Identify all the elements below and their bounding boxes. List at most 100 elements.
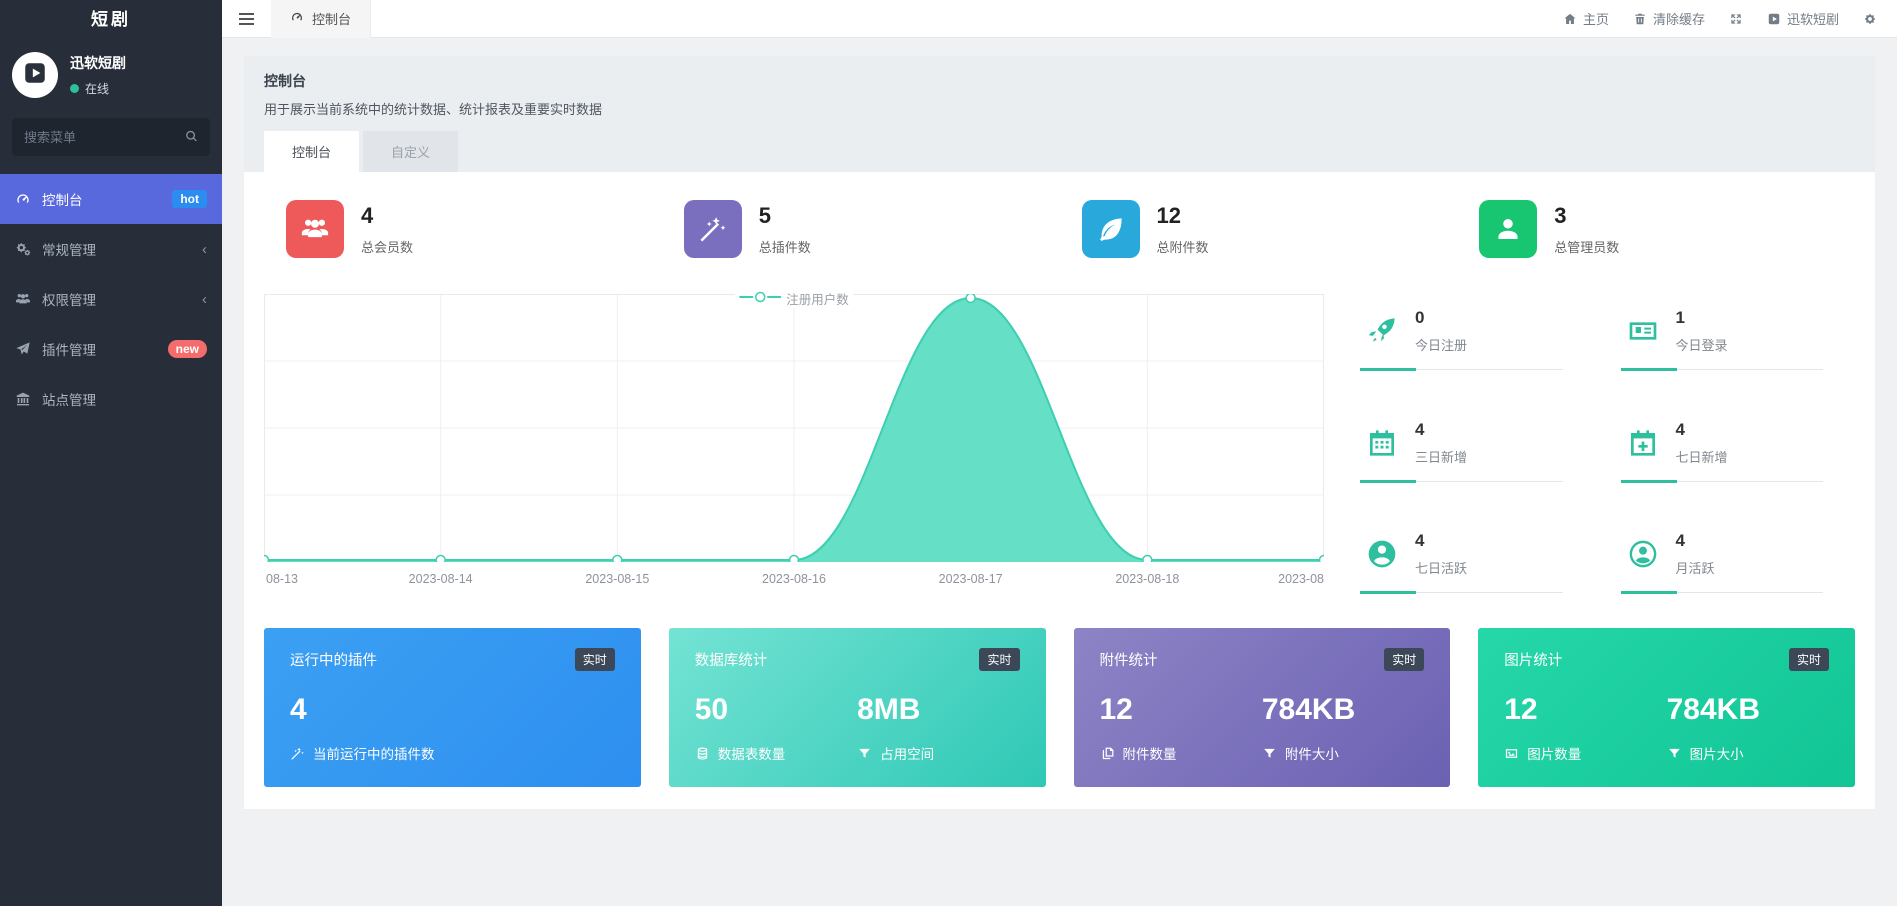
data-point-marker [264,556,269,563]
mini-stat-text: 4七日新增 [1676,420,1728,466]
mini-stat-content: 4 月活跃 [1621,521,1856,591]
metric-label: 附件数量 [1123,743,1177,763]
stat-card-attachments: 12总附件数 [1060,200,1458,258]
online-dot-icon [70,84,79,93]
realtime-badge: 实时 [575,648,615,671]
metric-footer: 图片大小 [1667,743,1829,763]
topbar-clear-cache-button[interactable]: 清除缓存 [1621,0,1717,38]
tab-custom[interactable]: 自定义 [363,131,458,172]
mini-stat-text: 0今日注册 [1415,308,1467,354]
card-metrics: 12图片数量784KB图片大小 [1504,693,1829,763]
mini-stat-value: 4 [1676,531,1715,551]
menu-badge: new [168,340,207,358]
topbar-tab-console[interactable]: 控制台 [271,0,371,38]
legend-label: 注册用户数 [786,289,849,308]
data-point-marker [790,556,799,563]
metric-footer: 附件数量 [1100,743,1262,763]
mini-stat-underline [1360,480,1563,483]
metric-value: 8MB [857,693,1019,727]
menu-badge: hot [172,190,207,208]
stat-card-addons: 5总插件数 [662,200,1060,258]
chart-x-axis-labels: 08-13 2023-08-14 2023-08-15 2023-08-16 2023-… [264,572,1324,594]
copy-icon [1100,746,1115,761]
stat-text: 4 总会员数 [361,203,413,256]
bank-icon [15,391,31,407]
sidebar-item-label: 权限管理 [42,289,96,309]
x-tick-label: 2023-08-16 [762,572,826,586]
chart-legend[interactable]: 注册用户数 [735,289,853,308]
user-icon [1493,214,1523,244]
mini-stat-today-logged-in: 1今日登录 [1621,298,1856,371]
chevron-left-icon: ‹ [202,242,207,257]
metric-value: 4 [290,693,615,727]
magic-icon [698,214,728,244]
user-circle-o-icon [1627,538,1659,570]
main-content: 控制台 用于展示当前系统中的统计数据、统计报表及重要实时数据 控制台自定义 4总… [222,38,1897,906]
mini-stat-underline [1360,368,1563,371]
underline-accent [1621,591,1677,594]
topbar-settings-button[interactable] [1851,0,1889,38]
metric-value: 12 [1504,693,1666,727]
sidebar-item-label: 控制台 [42,189,83,209]
avatar[interactable] [12,52,58,98]
x-tick-label: 08-13 [266,572,298,586]
sidebar-item-general[interactable]: 常规管理 ‹ [0,224,222,274]
sidebar-item-addon[interactable]: 插件管理new [0,324,222,374]
mini-stat-new-3-days: 4三日新增 [1360,410,1595,483]
bottom-card-images: 图片统计实时 12图片数量784KB图片大小 [1478,628,1855,787]
topbar-tab-label: 控制台 [312,9,351,28]
stat-icon-tile [286,200,344,258]
sidebar-menu: 控制台 hot 常规管理 ‹ 权限管理‹插件管理new 站点管理 [0,174,222,424]
stat-value: 4 [361,203,413,229]
mini-stat-value: 4 [1415,420,1467,440]
rocket-icon [1366,315,1398,347]
sidebar-item-label: 站点管理 [42,389,96,409]
card-title: 数据库统计 [695,649,768,670]
filter-icon [857,746,872,761]
mini-stat-label: 月活跃 [1676,558,1715,577]
x-tick-label: 2023-08-15 [585,572,649,586]
area-chart-plot[interactable] [264,294,1324,562]
tab-console[interactable]: 控制台 [264,131,359,172]
hamburger-menu-icon[interactable] [222,0,271,38]
stat-value: 3 [1554,203,1619,229]
card-header: 图片统计实时 [1504,648,1829,671]
topbar-home-button[interactable]: 主页 [1551,0,1621,38]
metric-footer: 数据表数量 [695,743,857,763]
underline-track [1677,369,1824,370]
x-tick-label: 2023-08 [1278,572,1324,586]
stat-row: 4总会员数5总插件数12总附件数3总管理员数 [264,200,1855,258]
mini-stat-label: 今日注册 [1415,335,1467,354]
search-icon [184,129,199,144]
mini-stat-underline [1621,480,1824,483]
calendar-plus-icon [1627,427,1659,459]
sidebar-item-console[interactable]: 控制台 hot [0,174,222,224]
sidebar-item-auth[interactable]: 权限管理‹ [0,274,222,324]
stat-icon-tile [1479,200,1537,258]
leaf-icon [1096,214,1126,244]
page-description: 用于展示当前系统中的统计数据、统计报表及重要实时数据 [264,99,1855,118]
mini-stat-value: 1 [1676,308,1728,328]
topbar-user-button[interactable]: 迅软短剧 [1755,0,1851,38]
metric-footer: 当前运行中的插件数 [290,743,615,763]
data-point-marker [613,556,622,563]
search-input[interactable] [12,118,210,156]
metric-label: 数据表数量 [718,743,786,763]
dashboard-icon [290,10,304,24]
sidebar-item-site[interactable]: 站点管理 [0,374,222,424]
card-metric: 784KB图片大小 [1667,693,1829,763]
topbar-fullscreen-button[interactable] [1717,0,1755,38]
x-tick-label: 2023-08-14 [409,572,473,586]
card-metric: 50数据表数量 [695,693,857,763]
stat-label: 总会员数 [361,237,413,256]
card-metrics: 50数据表数量8MB占用空间 [695,693,1020,763]
data-point-marker [1143,556,1152,563]
card-metric: 12附件数量 [1100,693,1262,763]
chart-and-stats-row: 注册用户数 08-132023-08-142023-08-152023-08-1… [264,294,1855,594]
metric-label: 图片大小 [1690,743,1744,763]
sidebar-item-label: 常规管理 [42,239,96,259]
mini-stat-content: 0今日注册 [1360,298,1595,368]
gear-icon [1863,12,1877,26]
data-point-marker [966,294,975,303]
database-icon [695,746,710,761]
